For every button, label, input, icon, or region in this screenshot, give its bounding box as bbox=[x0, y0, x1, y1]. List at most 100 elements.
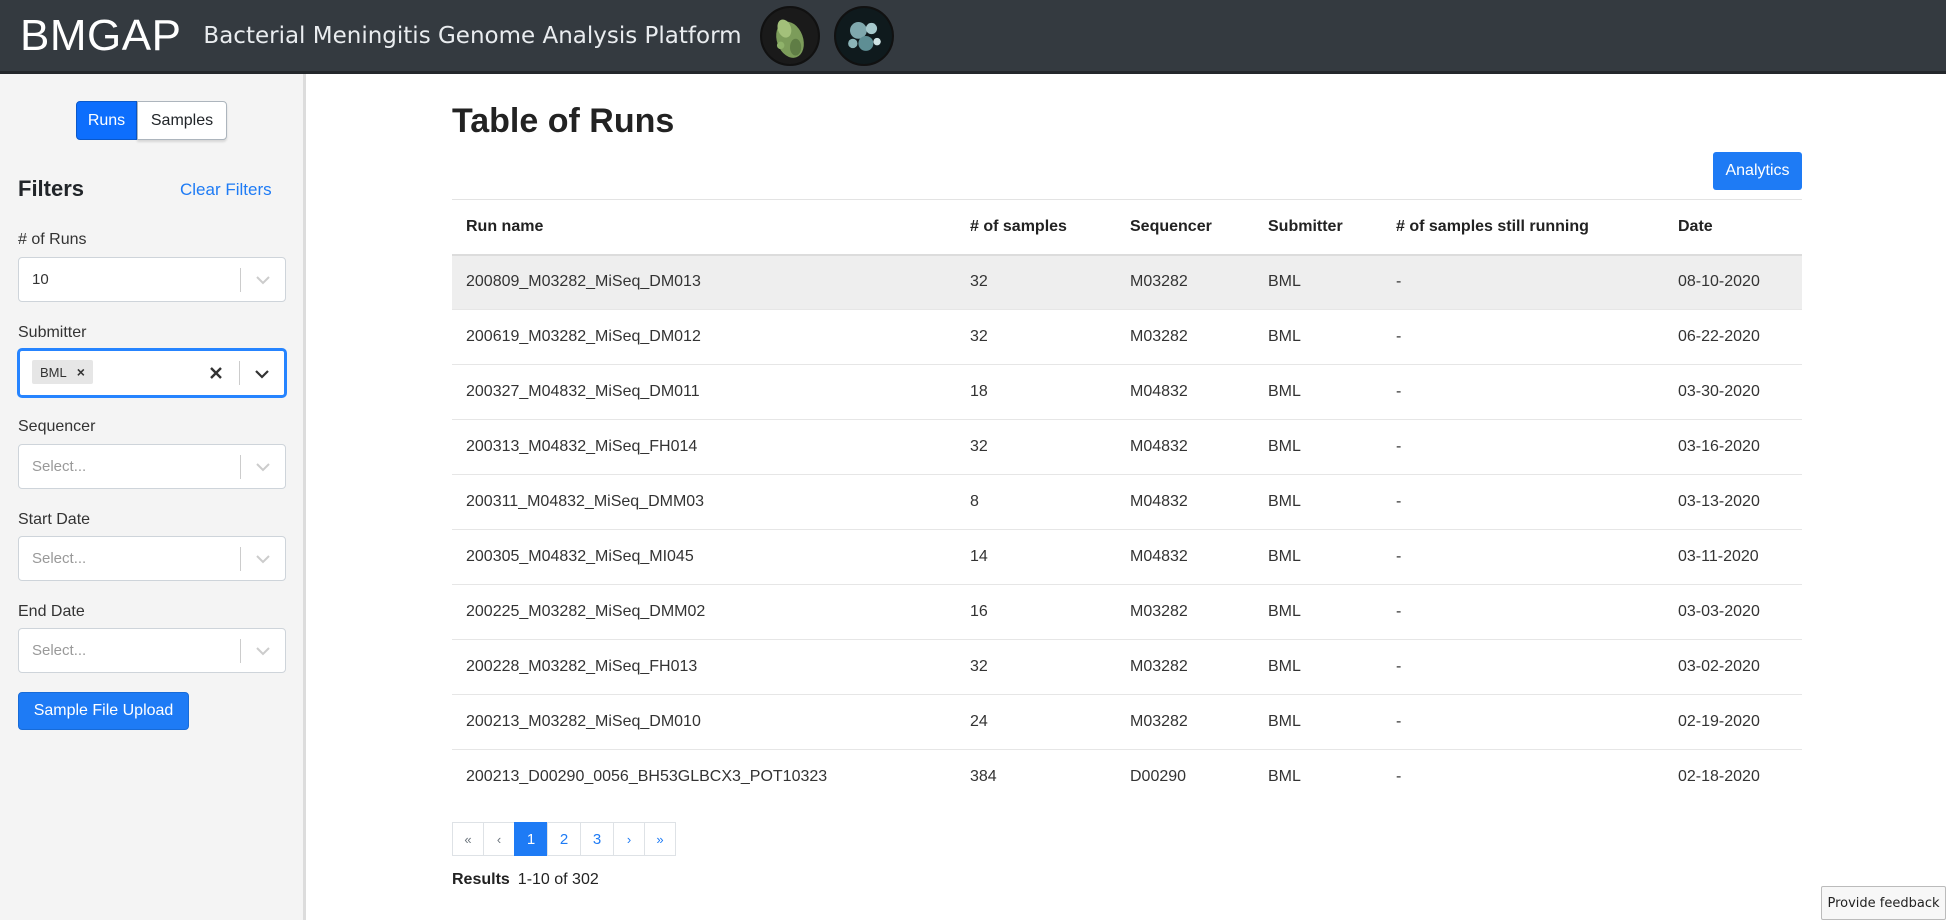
last-page-button[interactable]: » bbox=[644, 822, 676, 856]
prev-page-button[interactable]: ‹ bbox=[483, 822, 515, 856]
cell-submitter: BML bbox=[1268, 328, 1301, 345]
cell-date: 02-19-2020 bbox=[1678, 713, 1760, 730]
column-header-samples[interactable]: # of samples bbox=[956, 200, 1116, 255]
table-row[interactable]: 200313_M04832_MiSeq_FH014 32 M04832 BML … bbox=[452, 420, 1802, 475]
results-range: 1-10 of 302 bbox=[517, 871, 599, 888]
cell-date: 03-02-2020 bbox=[1678, 658, 1760, 675]
cell-date: 03-16-2020 bbox=[1678, 438, 1760, 455]
cell-sequencer: D00290 bbox=[1130, 768, 1187, 786]
clear-filters-link[interactable]: Clear Filters bbox=[180, 180, 272, 200]
table-header-row: Run name # of samples Sequencer Submitte… bbox=[452, 199, 1802, 255]
cell-samples: 18 bbox=[970, 383, 988, 400]
cell-samples: 16 bbox=[970, 603, 988, 620]
column-header-submitter[interactable]: Submitter bbox=[1254, 200, 1382, 255]
end-date-label: End Date bbox=[18, 603, 85, 620]
cell-submitter: BML bbox=[1268, 438, 1301, 455]
runs-count-select[interactable]: 10 bbox=[18, 257, 286, 302]
column-header-running[interactable]: # of samples still running bbox=[1382, 200, 1664, 255]
start-date-label: Start Date bbox=[18, 511, 91, 528]
cell-samples: 14 bbox=[970, 548, 988, 565]
column-header-date[interactable]: Date bbox=[1664, 200, 1802, 255]
sample-file-upload-button[interactable]: Sample File Upload bbox=[18, 692, 189, 730]
page-button-3[interactable]: 3 bbox=[580, 822, 614, 856]
results-summary: Results 1-10 of 302 bbox=[452, 871, 599, 889]
tag-remove-icon[interactable]: × bbox=[77, 364, 85, 380]
cell-sequencer: M03282 bbox=[1130, 273, 1188, 291]
cell-run-name: 200313_M04832_MiSeq_FH014 bbox=[466, 438, 698, 455]
cell-running: - bbox=[1396, 548, 1402, 565]
filters-title: Filters bbox=[18, 176, 85, 201]
runs-count-label: # of Runs bbox=[18, 231, 87, 248]
end-date-select[interactable]: Select... bbox=[18, 628, 286, 673]
chevron-down-icon[interactable] bbox=[253, 270, 273, 290]
select-separator bbox=[240, 268, 241, 292]
column-header-sequencer[interactable]: Sequencer bbox=[1116, 200, 1254, 255]
page-title: Table of Runs bbox=[452, 102, 675, 140]
select-separator bbox=[239, 361, 240, 385]
cell-date: 03-11-2020 bbox=[1678, 548, 1759, 565]
chevron-down-icon[interactable] bbox=[253, 457, 273, 477]
cell-sequencer: M03282 bbox=[1130, 658, 1188, 675]
submitter-select[interactable]: BML × bbox=[18, 349, 286, 397]
submitter-label: Submitter bbox=[18, 324, 87, 341]
cell-running: - bbox=[1396, 493, 1402, 510]
cell-run-name: 200305_M04832_MiSeq_MI045 bbox=[466, 548, 694, 565]
table-row[interactable]: 200311_M04832_MiSeq_DMM03 8 M04832 BML -… bbox=[452, 475, 1802, 530]
cell-samples: 32 bbox=[970, 273, 988, 291]
select-separator bbox=[240, 547, 241, 571]
cell-run-name: 200809_M03282_MiSeq_DM013 bbox=[466, 273, 701, 291]
table-row[interactable]: 200305_M04832_MiSeq_MI045 14 M04832 BML … bbox=[452, 530, 1802, 585]
select-separator bbox=[240, 639, 241, 663]
cell-sequencer: M03282 bbox=[1130, 328, 1188, 345]
view-toggle: Runs Samples bbox=[76, 101, 227, 140]
provide-feedback-button[interactable]: Provide feedback bbox=[1821, 886, 1946, 920]
table-row[interactable]: 200809_M03282_MiSeq_DM013 32 M03282 BML … bbox=[452, 254, 1802, 310]
cell-submitter: BML bbox=[1268, 713, 1301, 730]
cell-submitter: BML bbox=[1268, 383, 1301, 400]
cell-submitter: BML bbox=[1268, 493, 1301, 510]
cell-submitter: BML bbox=[1268, 273, 1301, 291]
cell-samples: 32 bbox=[970, 438, 988, 455]
app-header: BMGAP Bacterial Meningitis Genome Analys… bbox=[0, 0, 1946, 74]
chevron-down-icon[interactable] bbox=[253, 549, 273, 569]
first-page-button[interactable]: « bbox=[452, 822, 484, 856]
app-brand[interactable]: BMGAP bbox=[20, 11, 181, 61]
bacteria-logo-icon bbox=[759, 5, 820, 66]
table-row[interactable]: 200228_M03282_MiSeq_FH013 32 M03282 BML … bbox=[452, 640, 1802, 695]
results-label: Results bbox=[452, 871, 510, 888]
end-date-placeholder: Select... bbox=[32, 642, 87, 659]
chevron-down-icon[interactable] bbox=[253, 641, 273, 661]
cell-running: - bbox=[1396, 273, 1402, 291]
sequencer-select[interactable]: Select... bbox=[18, 444, 286, 489]
table-row[interactable]: 200327_M04832_MiSeq_DM011 18 M04832 BML … bbox=[452, 365, 1802, 420]
cell-sequencer: M04832 bbox=[1130, 493, 1188, 510]
cell-sequencer: M03282 bbox=[1130, 603, 1188, 620]
cell-run-name: 200311_M04832_MiSeq_DMM03 bbox=[466, 493, 705, 510]
cell-date: 06-22-2020 bbox=[1678, 328, 1760, 345]
cell-submitter: BML bbox=[1268, 548, 1301, 565]
next-page-button[interactable]: › bbox=[613, 822, 645, 856]
column-header-run-name[interactable]: Run name bbox=[452, 200, 956, 255]
cell-samples: 24 bbox=[970, 713, 988, 730]
table-row[interactable]: 200213_D00290_0056_BH53GLBCX3_POT10323 3… bbox=[452, 750, 1802, 805]
analytics-button[interactable]: Analytics bbox=[1713, 152, 1802, 190]
runs-toggle-button[interactable]: Runs bbox=[76, 101, 137, 140]
select-separator bbox=[240, 455, 241, 479]
table-row[interactable]: 200213_M03282_MiSeq_DM010 24 M03282 BML … bbox=[452, 695, 1802, 750]
submitter-tag-label: BML bbox=[40, 364, 67, 380]
samples-toggle-button[interactable]: Samples bbox=[137, 101, 227, 140]
cell-running: - bbox=[1396, 328, 1402, 345]
app-subtitle: Bacterial Meningitis Genome Analysis Pla… bbox=[203, 22, 742, 49]
runs-table: Run name # of samples Sequencer Submitte… bbox=[452, 199, 1802, 805]
close-icon[interactable] bbox=[206, 363, 226, 383]
table-row[interactable]: 200225_M03282_MiSeq_DMM02 16 M03282 BML … bbox=[452, 585, 1802, 640]
page-button-2[interactable]: 2 bbox=[547, 822, 581, 856]
cell-sequencer: M04832 bbox=[1130, 383, 1188, 400]
start-date-select[interactable]: Select... bbox=[18, 536, 286, 581]
chevron-down-icon[interactable] bbox=[252, 364, 272, 384]
cell-run-name: 200225_M03282_MiSeq_DMM02 bbox=[466, 603, 706, 620]
cell-sequencer: M04832 bbox=[1130, 548, 1188, 565]
cell-running: - bbox=[1396, 383, 1402, 400]
table-row[interactable]: 200619_M03282_MiSeq_DM012 32 M03282 BML … bbox=[452, 310, 1802, 365]
page-button-1[interactable]: 1 bbox=[514, 822, 548, 856]
